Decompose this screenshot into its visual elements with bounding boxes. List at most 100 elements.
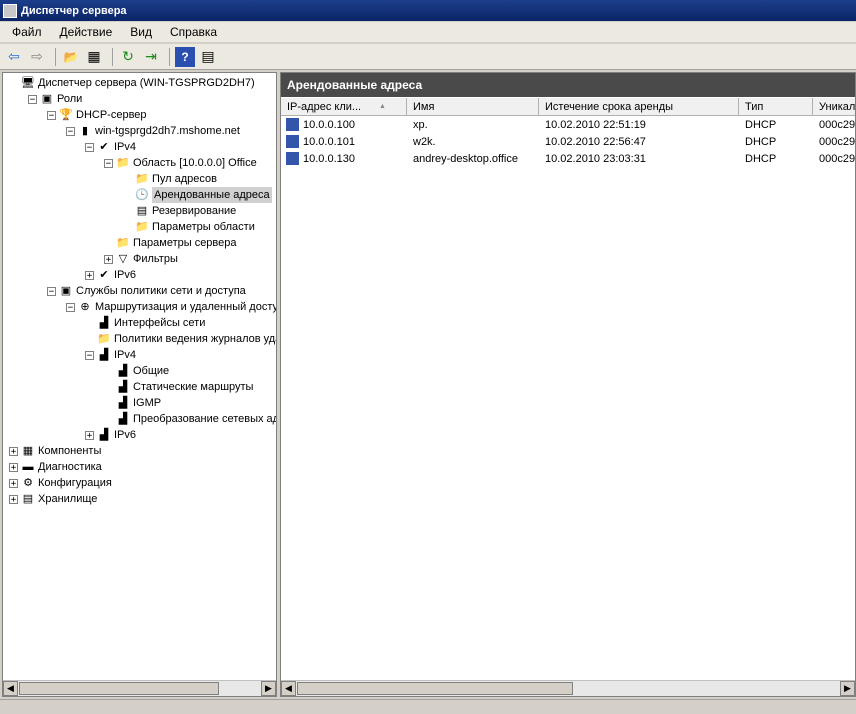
- show-hide-tree-icon[interactable]: ▦: [84, 47, 104, 67]
- tree-item[interactable]: 📁 Параметры области: [3, 219, 276, 235]
- tree-item[interactable]: + ▽ Фильтры: [3, 251, 276, 267]
- console-tree[interactable]: 🖥 Диспетчер сервера (WIN-TGSPRGD2DH7) − ▣ Ро…: [2, 72, 277, 697]
- routing-icon: ⊕: [80, 301, 90, 313]
- column-header-name[interactable]: Имя: [407, 98, 539, 116]
- tree-item[interactable]: − ✔ IPv4: [3, 139, 276, 155]
- tree-item[interactable]: ▟ Общие: [3, 363, 276, 379]
- tree-item[interactable]: ▟ Статические маршруты: [3, 379, 276, 395]
- title-bar: Диспетчер сервера: [0, 0, 856, 21]
- window-title: Диспетчер сервера: [21, 4, 127, 17]
- tree-item[interactable]: 🕒 Арендованные адреса: [3, 187, 276, 203]
- lease-name: w2k.: [413, 136, 436, 148]
- tree-item-label: Интерфейсы сети: [114, 317, 206, 329]
- collapse-icon[interactable]: −: [66, 127, 75, 137]
- expand-icon[interactable]: +: [9, 463, 18, 473]
- refresh-icon[interactable]: ↻: [118, 47, 138, 67]
- column-header-expires[interactable]: Истечение срока аренды: [539, 98, 739, 116]
- tree-item-label: Параметры области: [152, 221, 255, 233]
- tree-item-label: Конфигурация: [38, 477, 112, 489]
- collapse-icon[interactable]: −: [85, 143, 94, 153]
- tree-item[interactable]: 📁 Политики ведения журналов уда: [3, 331, 276, 347]
- tree-item-label: Компоненты: [38, 445, 102, 457]
- tree-item[interactable]: − 🏆 DHCP-сервер: [3, 107, 276, 123]
- collapse-icon[interactable]: −: [47, 287, 56, 297]
- tree-item[interactable]: 📁 Пул адресов: [3, 171, 276, 187]
- scroll-right-icon[interactable]: ▶: [840, 681, 855, 696]
- help-icon[interactable]: ?: [175, 46, 195, 67]
- diagnostics-icon: ▬: [22, 461, 34, 473]
- tree-item[interactable]: 📁 Параметры сервера: [3, 235, 276, 251]
- tree-item[interactable]: − ▟ IPv4: [3, 347, 276, 363]
- tree-item-label: IPv6: [114, 429, 137, 441]
- tree-item[interactable]: − 📁 Область [10.0.0.0] Office: [3, 155, 276, 171]
- tree-item[interactable]: ▟ Интерфейсы сети: [3, 315, 276, 331]
- tree-item[interactable]: 🖥 Диспетчер сервера (WIN-TGSPRGD2DH7): [3, 75, 276, 91]
- list-horizontal-scrollbar[interactable]: ◀ ▶: [281, 680, 855, 696]
- tree-item-label: win-tgsprgd2dh7.mshome.net: [95, 125, 240, 137]
- collapse-icon[interactable]: −: [66, 303, 75, 313]
- menu-file[interactable]: Файл: [6, 25, 48, 39]
- table-row[interactable]: 10.0.0.130 andrey-desktop.office 10.02.201…: [281, 151, 855, 167]
- tree-item-label: Арендованные адреса: [152, 187, 272, 203]
- column-header-type[interactable]: Тип: [739, 98, 813, 116]
- show-hide-action-pane-icon[interactable]: ▤: [198, 47, 218, 67]
- scroll-left-icon[interactable]: ◀: [3, 681, 18, 696]
- scrollbar-thumb[interactable]: [297, 682, 573, 695]
- expand-icon[interactable]: +: [104, 255, 113, 265]
- server-manager-app-icon: [3, 3, 17, 18]
- results-pane: Арендованные адреса IP-адрес кли... ▲ Им…: [280, 72, 856, 697]
- tree-item[interactable]: + ✔ IPv6: [3, 267, 276, 283]
- expand-icon[interactable]: +: [85, 431, 94, 441]
- collapse-icon[interactable]: −: [28, 95, 37, 105]
- collapse-icon[interactable]: −: [47, 111, 56, 121]
- tree-item-label: IGMP: [133, 397, 162, 409]
- tree-item[interactable]: + ▤ Хранилище: [3, 491, 276, 507]
- tree-item[interactable]: − ▣ Роли: [3, 91, 276, 107]
- column-header-ip[interactable]: IP-адрес кли... ▲: [281, 98, 407, 116]
- tree-item[interactable]: + ⚙ Конфигурация: [3, 475, 276, 491]
- export-list-icon[interactable]: ⇥: [141, 47, 161, 67]
- tree-item-label: Роли: [57, 93, 83, 105]
- expand-icon[interactable]: +: [85, 271, 94, 281]
- collapse-icon[interactable]: −: [85, 351, 94, 361]
- tree-item[interactable]: ▤ Резервирование: [3, 203, 276, 219]
- expand-icon[interactable]: +: [9, 447, 18, 457]
- lease-name: xp.: [413, 119, 428, 131]
- expand-icon[interactable]: +: [9, 479, 18, 489]
- scrollbar-thumb[interactable]: [19, 682, 219, 695]
- tree-item[interactable]: + ▟ IPv6: [3, 427, 276, 443]
- menu-help[interactable]: Справка: [164, 25, 223, 39]
- back-arrow-icon[interactable]: ⇦: [4, 47, 24, 67]
- lease-uid: 000c29: [819, 153, 855, 165]
- tree-item[interactable]: + ▬ Диагностика: [3, 459, 276, 475]
- general-icon: ▟: [118, 365, 128, 377]
- tree-item[interactable]: ▟ Преобразование сетевых адр: [3, 411, 276, 427]
- menu-action[interactable]: Действие: [54, 25, 119, 39]
- menu-view[interactable]: Вид: [124, 25, 158, 39]
- column-header-uid[interactable]: Уникал: [813, 98, 855, 116]
- scope-folder-icon: 📁: [116, 157, 130, 169]
- toolbar-separator: [112, 47, 113, 66]
- forward-arrow-icon[interactable]: ⇨: [27, 47, 47, 67]
- tree-item-label: Область [10.0.0.0] Office: [133, 157, 257, 169]
- scroll-right-icon[interactable]: ▶: [261, 681, 276, 696]
- expand-icon[interactable]: +: [9, 495, 18, 505]
- tree-item[interactable]: + ▦ Компоненты: [3, 443, 276, 459]
- tree-item[interactable]: − ▮ win-tgsprgd2dh7.mshome.net: [3, 123, 276, 139]
- tree-item[interactable]: − ▣ Службы политики сети и доступа: [3, 283, 276, 299]
- collapse-icon[interactable]: −: [104, 159, 113, 169]
- table-row[interactable]: 10.0.0.101 w2k. 10.02.2010 22:56:47 DHCP 000…: [281, 134, 855, 150]
- column-header-label: IP-адрес кли...: [287, 101, 362, 113]
- tree-item-label: IPv4: [114, 141, 137, 153]
- up-folder-icon[interactable]: 📂: [61, 47, 81, 67]
- tree-item[interactable]: ▟ IGMP: [3, 395, 276, 411]
- tree-item[interactable]: − ⊕ Маршрутизация и удаленный доступ: [3, 299, 276, 315]
- dhcp-server-icon: 🏆: [59, 109, 73, 121]
- tree-item-label: DHCP-сервер: [76, 109, 147, 121]
- igmp-icon: ▟: [118, 397, 128, 409]
- tree-horizontal-scrollbar[interactable]: ◀ ▶: [3, 680, 276, 696]
- npas-icon: ▣: [60, 285, 72, 297]
- lease-expires: 10.02.2010 23:03:31: [545, 153, 646, 165]
- scroll-left-icon[interactable]: ◀: [281, 681, 296, 696]
- table-row[interactable]: 10.0.0.100 xp. 10.02.2010 22:51:19 DHCP 000c…: [281, 117, 855, 133]
